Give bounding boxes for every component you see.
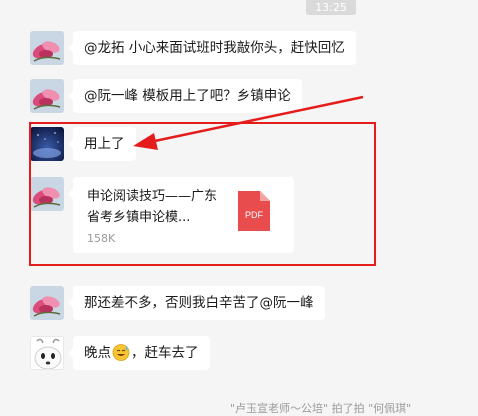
highlight-box: [29, 122, 376, 266]
message-bubble[interactable]: @龙拓 小心来面试班时我敲你头，赶快回忆: [68, 31, 356, 65]
avatar-flower[interactable]: [30, 286, 64, 320]
message-text: 晚点: [84, 345, 111, 361]
message-text: 那还差不多，否则我白辛苦了@阮一峰: [84, 295, 314, 311]
message-bubble[interactable]: @阮一峰 模板用上了吧？乡镇申论: [68, 79, 302, 113]
system-message: "卢玉宣老师～公培" 拍了拍 "何佩琪": [230, 402, 412, 415]
message-text: @阮一峰 模板用上了吧？乡镇申论: [84, 88, 291, 104]
sweat-smile-emoji: [112, 344, 130, 361]
message-text: @龙拓 小心来面试班时我敲你头，赶快回忆: [84, 40, 345, 56]
message-text: ，赶车去了: [131, 345, 199, 361]
message-bubble[interactable]: 晚点 ，赶车去了: [68, 336, 210, 370]
timestamp-badge: 13:25: [306, 0, 356, 15]
message-bubble[interactable]: 那还差不多，否则我白辛苦了@阮一峰: [68, 286, 325, 320]
avatar-flower[interactable]: [30, 31, 64, 65]
avatar-flower[interactable]: [30, 79, 64, 113]
avatar-cartoon-face[interactable]: [30, 336, 64, 370]
